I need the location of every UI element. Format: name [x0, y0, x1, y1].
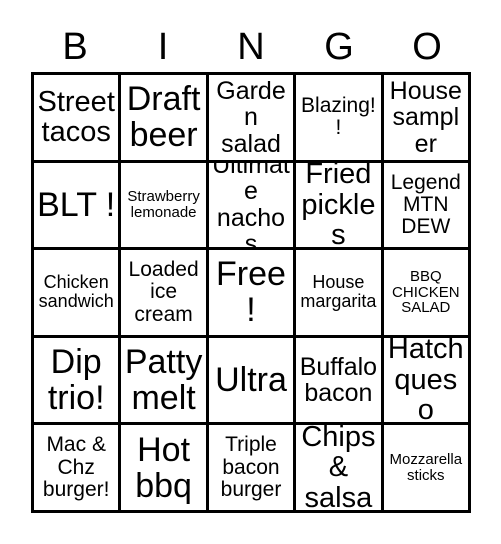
- bingo-cell-label: Strawberry lemonade: [127, 188, 200, 221]
- bingo-cell-label: Blazing!!: [301, 94, 376, 140]
- bingo-cell-label: Buffalo bacon: [299, 352, 378, 408]
- bingo-cell[interactable]: Ultimate nachos: [208, 162, 297, 251]
- bingo-cell-label: Hot bbq: [135, 430, 192, 505]
- bingo-cell-label: Fried pickles: [301, 162, 376, 251]
- bingo-cell[interactable]: Draft beer: [121, 75, 209, 163]
- bingo-cell-label: Garden salad: [216, 76, 286, 158]
- bingo-cell-label: Legend MTN DEW: [390, 170, 461, 239]
- bingo-cell-label: Hatch queso: [387, 337, 464, 426]
- bingo-cell[interactable]: House margarita: [296, 250, 384, 338]
- bingo-grid: Street tacos Draft beer Garden salad Bla…: [31, 72, 471, 513]
- bingo-cell-free[interactable]: Free!: [208, 250, 297, 338]
- bingo-cell-label: Street tacos: [37, 85, 115, 149]
- bingo-cell-label: BBQ CHICKEN SALAD: [392, 267, 460, 317]
- bingo-cell[interactable]: Ultra: [208, 337, 297, 426]
- bingo-cell[interactable]: Legend MTN DEW: [383, 162, 471, 251]
- bingo-cell-label: Ultimate nachos: [212, 162, 290, 251]
- bingo-cell-label: Triple bacon burger: [220, 433, 282, 501]
- bingo-cell[interactable]: Triple bacon burger: [208, 425, 297, 513]
- bingo-cell-label: Loaded ice cream: [128, 258, 199, 326]
- bingo-cell[interactable]: Strawberry lemonade: [121, 162, 209, 251]
- bingo-cell[interactable]: Fried pickles: [296, 162, 384, 251]
- bingo-cell[interactable]: Buffalo bacon: [296, 337, 384, 426]
- bingo-cell[interactable]: BBQ CHICKEN SALAD: [383, 250, 471, 338]
- bingo-cell-label: Chicken sandwich: [38, 272, 114, 312]
- bingo-cell[interactable]: House sampler: [383, 75, 471, 163]
- bingo-cell[interactable]: Hatch queso: [383, 337, 471, 426]
- bingo-cell[interactable]: Dip trio!: [34, 337, 122, 426]
- bingo-cell-label: Patty melt: [124, 343, 203, 418]
- bingo-cell[interactable]: Loaded ice cream: [121, 250, 209, 338]
- bingo-card: B I N G O Street tacos Draft beer Garden…: [0, 0, 501, 544]
- bingo-cell-label: Ultra: [215, 361, 287, 400]
- header-letter-n: N: [237, 26, 265, 68]
- bingo-cell-label: House sampler: [389, 76, 462, 158]
- header-letter-b: B: [62, 26, 88, 68]
- bingo-cell-label: BLT !: [37, 185, 116, 224]
- bingo-cell-label: Draft beer: [126, 80, 201, 155]
- bingo-cell[interactable]: Patty melt: [121, 337, 209, 426]
- bingo-cell-label: Dip trio!: [47, 343, 105, 418]
- bingo-cell[interactable]: Garden salad: [208, 75, 297, 163]
- bingo-cell-label: Chips & salsa: [301, 425, 376, 513]
- bingo-cell[interactable]: Blazing!!: [296, 75, 384, 163]
- header-letter-i: I: [157, 26, 169, 68]
- bingo-cell[interactable]: Mozzarella sticks: [383, 425, 471, 513]
- bingo-cell[interactable]: Chicken sandwich: [34, 250, 122, 338]
- bingo-cell-label: Free!: [216, 255, 286, 330]
- bingo-cell-label: House margarita: [300, 272, 377, 312]
- bingo-cell-label: Mozzarella sticks: [389, 450, 463, 484]
- bingo-cell[interactable]: BLT !: [34, 162, 122, 251]
- bingo-cell-label: Mac & Chz burger!: [42, 433, 110, 501]
- header-letter-g: G: [324, 26, 354, 68]
- header-letter-o: O: [412, 26, 442, 68]
- bingo-cell[interactable]: Street tacos: [34, 75, 122, 163]
- bingo-cell[interactable]: Mac & Chz burger!: [34, 425, 122, 513]
- bingo-cell[interactable]: Chips & salsa: [296, 425, 384, 513]
- bingo-cell[interactable]: Hot bbq: [121, 425, 209, 513]
- bingo-header-row: B I N G O: [31, 22, 471, 72]
